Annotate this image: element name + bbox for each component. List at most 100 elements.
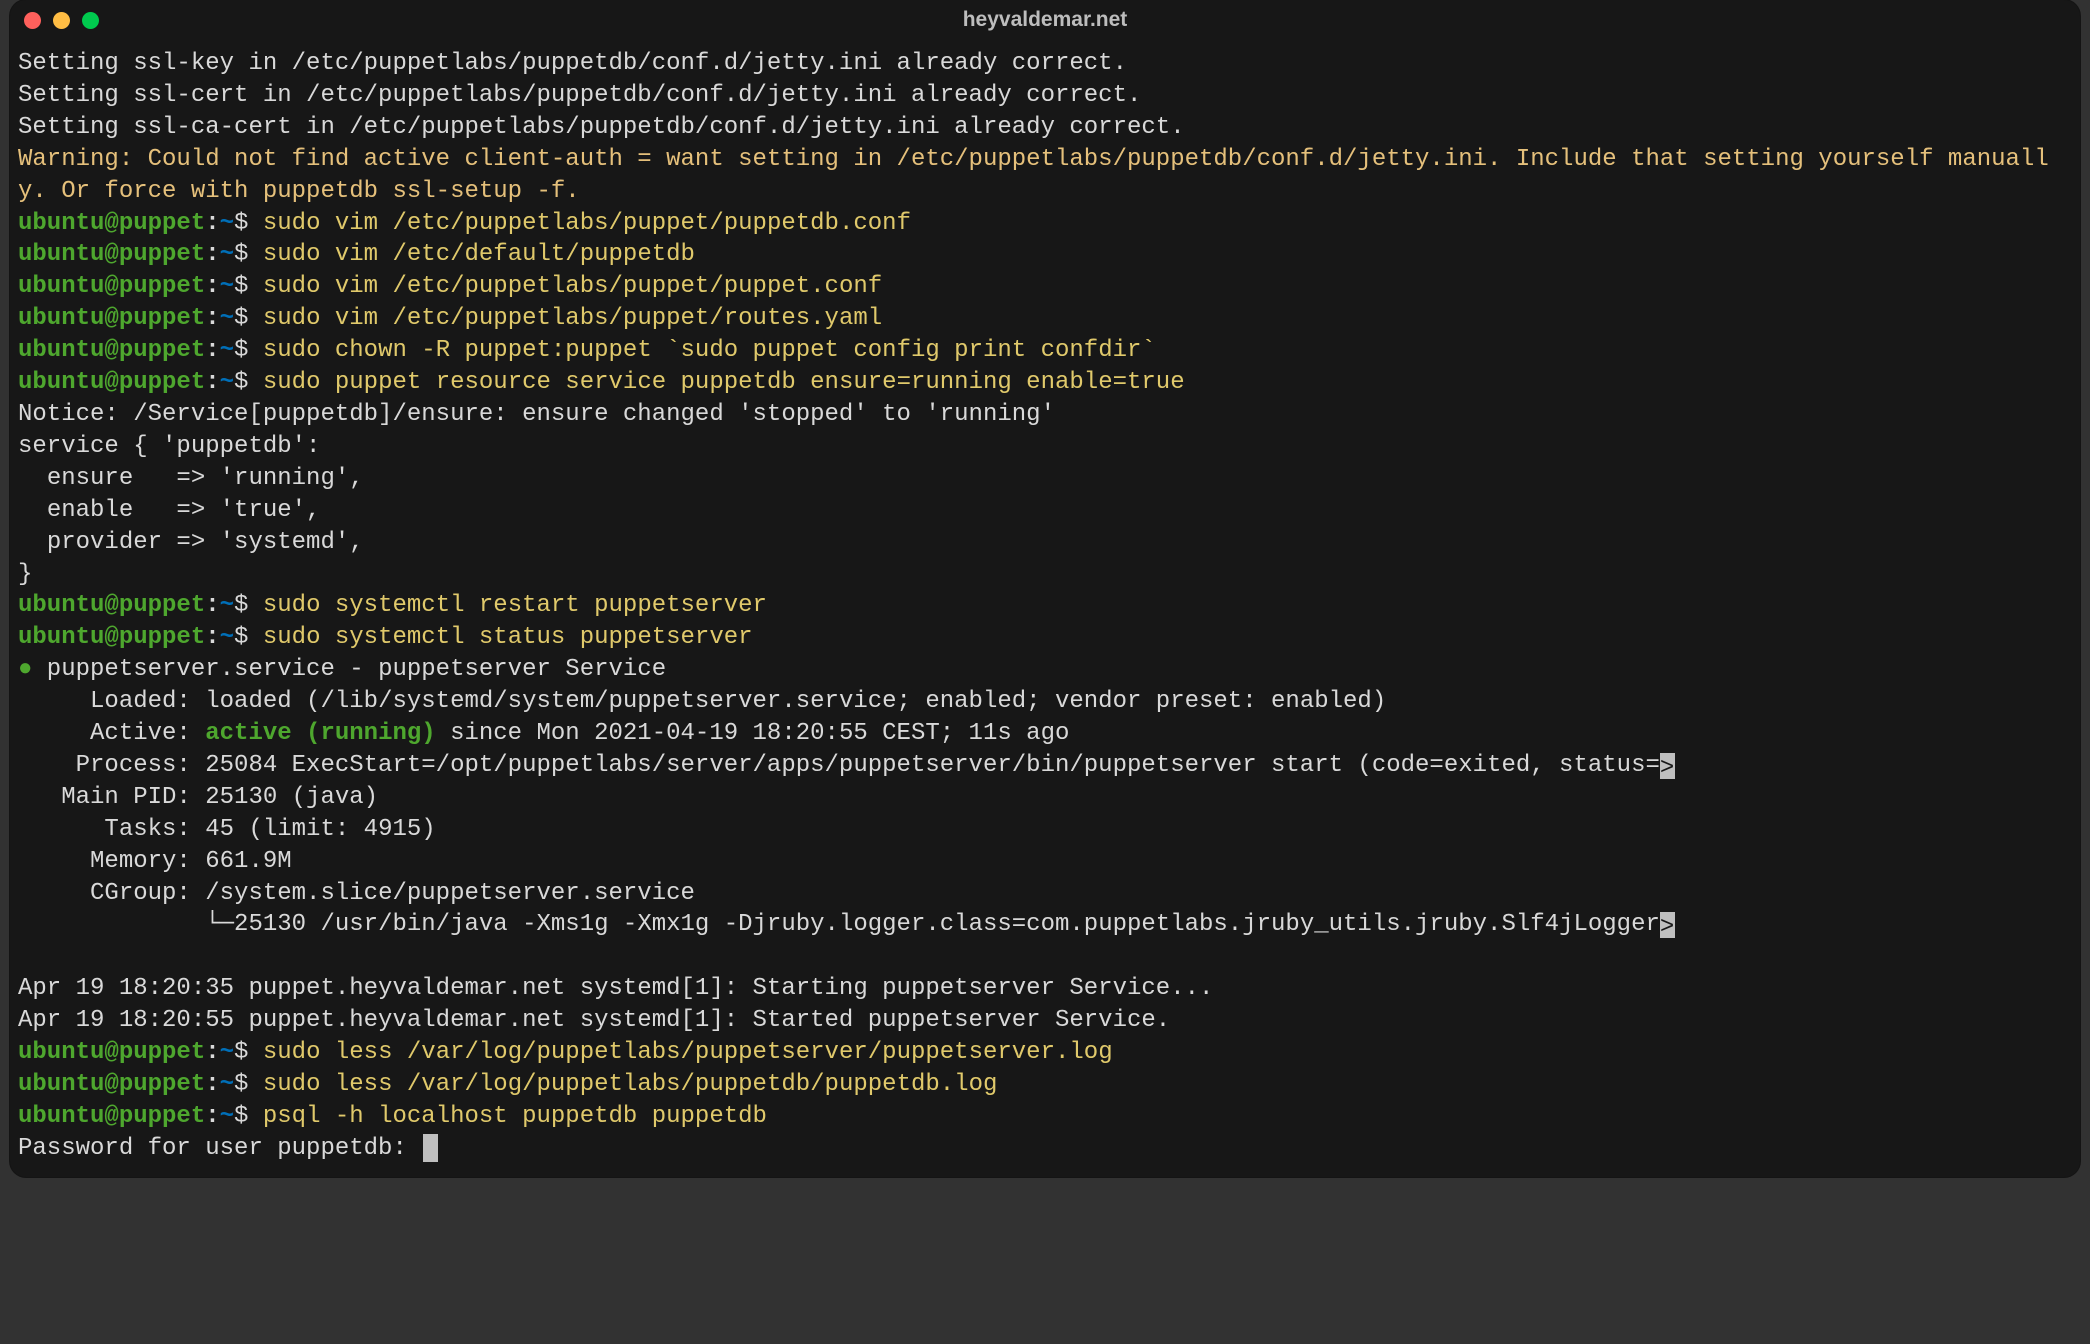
- prompt-sep: :: [205, 369, 219, 396]
- output-line: Apr 19 18:20:55 puppet.heyvaldemar.net s…: [18, 1005, 2072, 1037]
- command: sudo systemctl restart puppetserver: [263, 592, 767, 619]
- prompt-sign: $: [234, 305, 248, 332]
- process-line: Process: 25084 ExecStart=/opt/puppetlabs…: [18, 752, 1660, 779]
- prompt-path: ~: [220, 210, 234, 237]
- active-running: active (running): [205, 720, 435, 747]
- prompt-user: ubuntu@puppet: [18, 273, 205, 300]
- prompt-sign: $: [234, 273, 248, 300]
- output-line: }: [18, 559, 2072, 591]
- service-header: puppetserver.service - puppetserver Serv…: [32, 656, 666, 683]
- command: sudo chown -R puppet:puppet `sudo puppet…: [263, 337, 1156, 364]
- cursor-icon: [423, 1134, 437, 1162]
- tree-elbow-icon: └─: [18, 911, 234, 938]
- prompt-sep: :: [205, 337, 219, 364]
- command: sudo systemctl status puppetserver: [263, 624, 753, 651]
- output-line: provider => 'systemd',: [18, 527, 2072, 559]
- password-prompt-text: Password for user puppetdb:: [18, 1135, 421, 1162]
- prompt-user: ubuntu@puppet: [18, 369, 205, 396]
- prompt-sep: :: [205, 1071, 219, 1098]
- prompt-user: ubuntu@puppet: [18, 337, 205, 364]
- output-line: ensure => 'running',: [18, 463, 2072, 495]
- output-line: enable => 'true',: [18, 495, 2072, 527]
- output-line: └─25130 /usr/bin/java -Xms1g -Xmx1g -Djr…: [18, 909, 2072, 941]
- output-line: Main PID: 25130 (java): [18, 782, 2072, 814]
- cgroup-proc: 25130 /usr/bin/java -Xms1g -Xmx1g -Djrub…: [234, 911, 1660, 938]
- prompt-line: ubuntu@puppet:~$ sudo less /var/log/pupp…: [18, 1037, 2072, 1069]
- output-line: Notice: /Service[puppetdb]/ensure: ensur…: [18, 399, 2072, 431]
- prompt-sep: :: [205, 1039, 219, 1066]
- prompt-user: ubuntu@puppet: [18, 592, 205, 619]
- prompt-path: ~: [220, 1103, 234, 1130]
- prompt-sign: $: [234, 337, 248, 364]
- prompt-path: ~: [220, 241, 234, 268]
- prompt-sep: :: [205, 273, 219, 300]
- prompt-sep: :: [205, 241, 219, 268]
- command: sudo less /var/log/puppetlabs/puppetdb/p…: [263, 1071, 998, 1098]
- output-line: ● puppetserver.service - puppetserver Se…: [18, 654, 2072, 686]
- active-label: Active:: [18, 720, 205, 747]
- pager-more-icon: >: [1660, 912, 1675, 938]
- traffic-lights: [24, 12, 99, 29]
- prompt-path: ~: [220, 369, 234, 396]
- prompt-sep: :: [205, 624, 219, 651]
- window-titlebar: heyvaldemar.net: [10, 0, 2080, 40]
- output-line: Process: 25084 ExecStart=/opt/puppetlabs…: [18, 750, 2072, 782]
- prompt-sign: $: [234, 624, 248, 651]
- output-line: Setting ssl-key in /etc/puppetlabs/puppe…: [18, 48, 2072, 80]
- command: sudo vim /etc/puppetlabs/puppet/routes.y…: [263, 305, 882, 332]
- prompt-path: ~: [220, 624, 234, 651]
- prompt-path: ~: [220, 337, 234, 364]
- command: psql -h localhost puppetdb puppetdb: [263, 1103, 767, 1130]
- pager-more-icon: >: [1660, 753, 1675, 779]
- minimize-icon[interactable]: [53, 12, 70, 29]
- prompt-line: ubuntu@puppet:~$ psql -h localhost puppe…: [18, 1101, 2072, 1133]
- prompt-path: ~: [220, 592, 234, 619]
- output-line: Active: active (running) since Mon 2021-…: [18, 718, 2072, 750]
- prompt-line: ubuntu@puppet:~$ sudo vim /etc/puppetlab…: [18, 208, 2072, 240]
- maximize-icon[interactable]: [82, 12, 99, 29]
- output-line: Memory: 661.9M: [18, 846, 2072, 878]
- active-since: since Mon 2021-04-19 18:20:55 CEST; 11s …: [436, 720, 1070, 747]
- command: sudo less /var/log/puppetlabs/puppetserv…: [263, 1039, 1113, 1066]
- prompt-user: ubuntu@puppet: [18, 1071, 205, 1098]
- output-warning: Warning: Could not find active client-au…: [18, 144, 2072, 208]
- prompt-path: ~: [220, 273, 234, 300]
- window-title: heyvaldemar.net: [10, 6, 2080, 34]
- prompt-path: ~: [220, 1039, 234, 1066]
- terminal-window: heyvaldemar.net Setting ssl-key in /etc/…: [10, 0, 2080, 1177]
- prompt-line: ubuntu@puppet:~$ sudo chown -R puppet:pu…: [18, 335, 2072, 367]
- terminal-body[interactable]: Setting ssl-key in /etc/puppetlabs/puppe…: [10, 40, 2080, 1177]
- prompt-user: ubuntu@puppet: [18, 1039, 205, 1066]
- prompt-user: ubuntu@puppet: [18, 624, 205, 651]
- prompt-sep: :: [205, 592, 219, 619]
- prompt-sign: $: [234, 592, 248, 619]
- prompt-line: ubuntu@puppet:~$ sudo puppet resource se…: [18, 367, 2072, 399]
- prompt-sign: $: [234, 210, 248, 237]
- prompt-user: ubuntu@puppet: [18, 241, 205, 268]
- blank-line: [18, 941, 2072, 973]
- prompt-sign: $: [234, 1071, 248, 1098]
- prompt-sep: :: [205, 210, 219, 237]
- prompt-line: ubuntu@puppet:~$ sudo vim /etc/puppetlab…: [18, 271, 2072, 303]
- prompt-user: ubuntu@puppet: [18, 210, 205, 237]
- prompt-sign: $: [234, 241, 248, 268]
- command: sudo vim /etc/puppetlabs/puppet/puppet.c…: [263, 273, 882, 300]
- prompt-line: ubuntu@puppet:~$ sudo systemctl restart …: [18, 590, 2072, 622]
- prompt-sep: :: [205, 305, 219, 332]
- command: sudo vim /etc/puppetlabs/puppet/puppetdb…: [263, 210, 911, 237]
- password-prompt[interactable]: Password for user puppetdb:: [18, 1133, 2072, 1165]
- prompt-sign: $: [234, 369, 248, 396]
- prompt-user: ubuntu@puppet: [18, 1103, 205, 1130]
- prompt-line: ubuntu@puppet:~$ sudo systemctl status p…: [18, 622, 2072, 654]
- prompt-user: ubuntu@puppet: [18, 305, 205, 332]
- command: sudo vim /etc/default/puppetdb: [263, 241, 695, 268]
- output-line: Loaded: loaded (/lib/systemd/system/pupp…: [18, 686, 2072, 718]
- prompt-line: ubuntu@puppet:~$ sudo less /var/log/pupp…: [18, 1069, 2072, 1101]
- prompt-line: ubuntu@puppet:~$ sudo vim /etc/default/p…: [18, 239, 2072, 271]
- close-icon[interactable]: [24, 12, 41, 29]
- output-line: service { 'puppetdb':: [18, 431, 2072, 463]
- status-bullet-icon: ●: [18, 656, 32, 683]
- output-line: Setting ssl-ca-cert in /etc/puppetlabs/p…: [18, 112, 2072, 144]
- command: sudo puppet resource service puppetdb en…: [263, 369, 1185, 396]
- output-line: Tasks: 45 (limit: 4915): [18, 814, 2072, 846]
